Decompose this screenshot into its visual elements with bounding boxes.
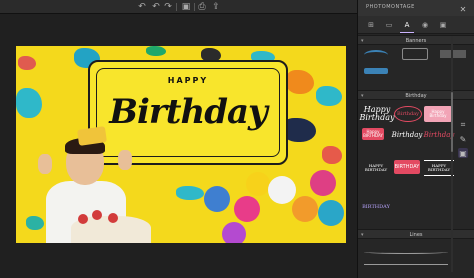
banner-thumb-outline[interactable]: [402, 48, 428, 60]
scroll-thumb[interactable]: [451, 92, 453, 152]
panel-scrollbar[interactable]: [451, 36, 453, 272]
undo-icon[interactable]: ↶: [136, 1, 148, 13]
birthday-sticker[interactable]: HAPPY BIRTHDAY: [424, 160, 454, 176]
birthday-sticker[interactable]: Happy BIRTHDAY: [362, 128, 384, 140]
brush-icon[interactable]: ✎: [458, 134, 468, 144]
birthday-sticker[interactable]: BIRTHDAY: [394, 160, 420, 174]
line-thumb-straight[interactable]: [364, 264, 448, 265]
dino-toy-teal-3: [316, 86, 342, 106]
cake-strawberry: [108, 213, 118, 223]
frames-tab[interactable]: ▭: [384, 20, 394, 30]
cake-pop-teal: [318, 200, 344, 226]
birthday-sticker[interactable]: HAPPY BIRTHDAY: [362, 160, 390, 176]
cake-pop-magenta: [310, 170, 336, 196]
stickers-tab[interactable]: ⊞: [366, 20, 376, 30]
panel-title: PHOTOMONTAGE: [366, 4, 415, 10]
side-tool-strip: ✕ ⌗ ✎ ▣: [455, 0, 474, 278]
banner-thumb-wave[interactable]: [364, 68, 388, 74]
banner-thumb-curved[interactable]: [364, 50, 388, 60]
birthday-sticker[interactable]: Birthday: [394, 106, 422, 122]
close-icon[interactable]: ✕: [458, 4, 468, 14]
dino-toy-bottom: [26, 216, 44, 230]
cake-pop-pink: [234, 196, 260, 222]
birthday-sticker[interactable]: BIRTHDAY: [362, 198, 390, 216]
print-icon[interactable]: ⎙: [196, 1, 208, 13]
sticker-panel-icon[interactable]: ▣: [458, 148, 468, 158]
dino-toy-orange: [286, 70, 314, 94]
share-icon[interactable]: ⇪: [210, 1, 222, 13]
crop-icon[interactable]: ⌗: [458, 120, 468, 130]
dino-toy-red-2: [322, 146, 342, 164]
cake-pop-purple: [222, 222, 246, 243]
undo-back-icon[interactable]: ↶: [150, 1, 162, 13]
banner-happy-text: HAPPY: [167, 76, 209, 85]
toolbar-divider: [194, 3, 195, 11]
banner-birthday-text: Birthday: [109, 92, 268, 132]
toolbar-divider: [176, 3, 177, 11]
birthday-sticker[interactable]: Happy Birthday: [424, 106, 452, 122]
camera-icon[interactable]: ▣: [438, 20, 448, 30]
kid-hand-left: [38, 154, 52, 174]
birthday-collage[interactable]: HAPPY Birthday: [16, 46, 346, 243]
canvas-area[interactable]: HAPPY Birthday: [0, 14, 357, 278]
kid-hand-right: [118, 150, 132, 170]
dino-toy-teal: [16, 88, 42, 118]
save-icon[interactable]: ▣: [180, 1, 192, 13]
birthday-sticker[interactable]: Birthday: [392, 128, 423, 142]
line-thumb-swirl[interactable]: [364, 250, 448, 254]
birthday-sticker[interactable]: Happy Birthday: [359, 104, 394, 124]
cake-pop-blue: [204, 186, 230, 212]
happy-birthday-banner[interactable]: HAPPY Birthday: [88, 60, 288, 165]
bulb-icon[interactable]: ◉: [420, 20, 430, 30]
redo-icon[interactable]: ↷: [162, 1, 174, 13]
dino-toy-teal-4: [176, 186, 204, 200]
cake-strawberry: [92, 210, 102, 220]
birthday-sticker[interactable]: Birthday: [424, 128, 455, 142]
top-toolbar: ↶ ↶ ↷ ▣ ⎙ ⇪: [0, 0, 357, 14]
dino-toy-green: [146, 46, 166, 56]
dino-toy-red: [18, 56, 36, 70]
cake-strawberry: [78, 214, 88, 224]
cake-pop-yellow: [246, 172, 270, 196]
cake-pop-orange: [292, 196, 318, 222]
text-tab[interactable]: A: [402, 20, 412, 30]
cake-pop-white: [268, 176, 296, 204]
active-tab-underline: [400, 32, 414, 33]
photo-editor-window: ↶ ↶ ↷ ▣ ⎙ ⇪ HAPPY Birthday PHOTOMONTAGE …: [0, 0, 474, 278]
